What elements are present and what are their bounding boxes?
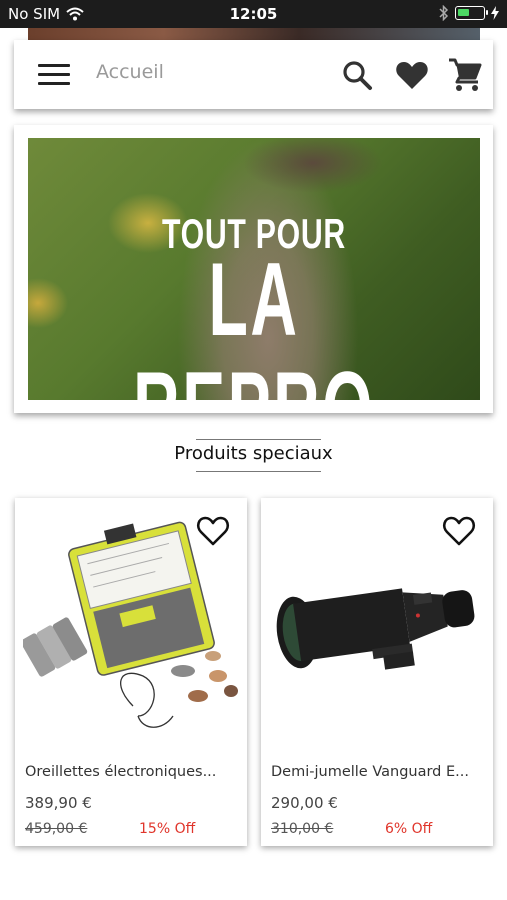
clock: 12:05 xyxy=(229,5,278,23)
banner-headline-main: LA REPRO xyxy=(133,242,372,400)
product-price: 389,90 € xyxy=(25,794,92,812)
menu-icon[interactable] xyxy=(38,64,70,86)
discount-label: 6% Off xyxy=(385,821,433,837)
heading-rule-top xyxy=(196,439,321,440)
favorite-heart-icon[interactable] xyxy=(195,514,231,548)
heart-icon[interactable] xyxy=(394,57,430,93)
app-header: Accueil xyxy=(14,40,493,109)
search-icon[interactable] xyxy=(339,57,375,93)
product-old-price: 310,00 € xyxy=(271,821,334,837)
bluetooth-icon xyxy=(439,5,449,21)
charging-icon xyxy=(491,6,499,20)
product-price: 290,00 € xyxy=(271,794,338,812)
product-name: Demi-jumelle Vanguard E... xyxy=(271,764,469,780)
section-heading: Produits speciaux xyxy=(0,439,507,472)
page-title: Accueil xyxy=(96,61,164,83)
promo-banner[interactable]: TOUT POUR LA REPRO xyxy=(14,125,493,413)
product-card[interactable]: Oreillettes électroniques... 389,90 € 45… xyxy=(15,498,247,846)
cart-icon[interactable] xyxy=(447,57,483,93)
section-title-text: Produits speciaux xyxy=(174,443,333,464)
battery-icon xyxy=(455,6,488,20)
banner-image: TOUT POUR LA REPRO xyxy=(28,138,480,400)
discount-label: 15% Off xyxy=(139,821,196,837)
favorite-heart-icon[interactable] xyxy=(441,514,477,548)
product-image-earplugs xyxy=(23,521,238,728)
heading-rule-bottom xyxy=(196,471,321,472)
product-name: Oreillettes électroniques... xyxy=(25,764,217,780)
product-card[interactable]: Demi-jumelle Vanguard E... 290,00 € 310,… xyxy=(261,498,493,846)
product-image-spotting-scope xyxy=(276,588,475,670)
product-old-price: 459,00 € xyxy=(25,821,88,837)
status-bar: No SIM 12:05 xyxy=(0,0,507,28)
status-right xyxy=(439,5,499,21)
